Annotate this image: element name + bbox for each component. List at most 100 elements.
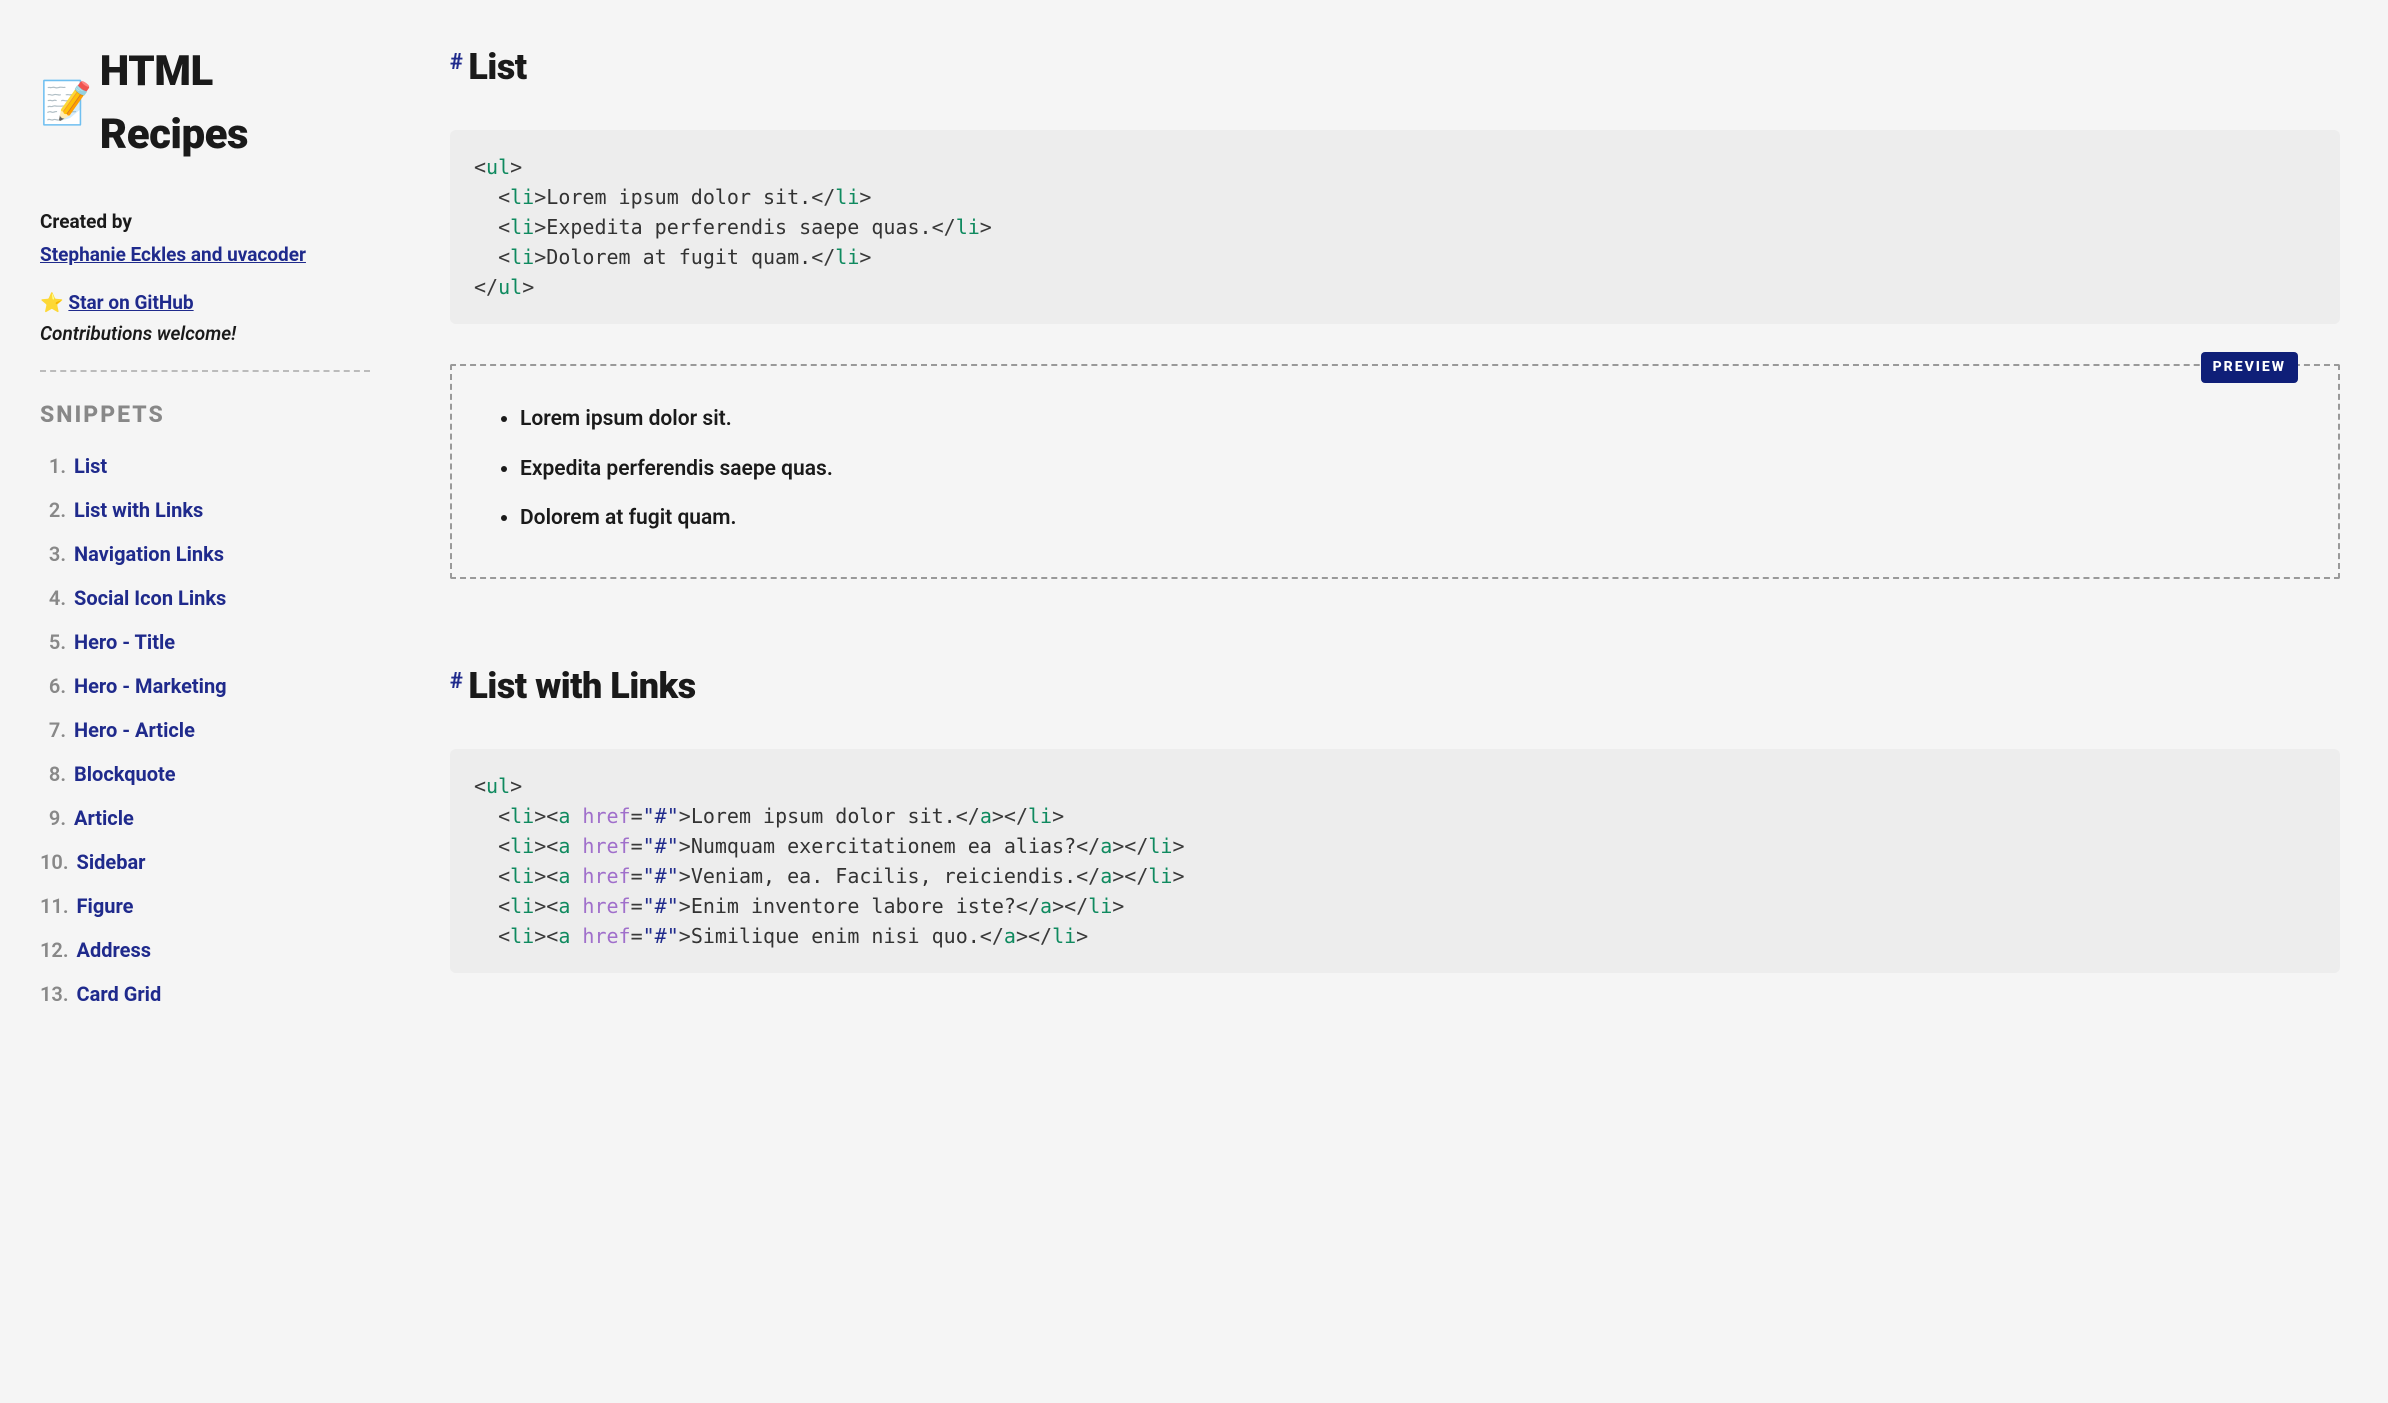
preview-box-list: PREVIEW Lorem ipsum dolor sit. Expedita … — [450, 364, 2340, 579]
code-token: > — [859, 185, 871, 209]
code-token: "#" — [643, 804, 679, 828]
code-token: li — [510, 894, 534, 918]
code-token: li — [835, 185, 859, 209]
code-token: < — [498, 215, 510, 239]
code-token: > — [859, 245, 871, 269]
code-token: li — [510, 804, 534, 828]
sidebar: 📝 HTML Recipes Created by Stephanie Eckl… — [40, 40, 370, 1023]
code-token: a — [558, 924, 570, 948]
toc-link-hero-marketing[interactable]: Hero - Marketing — [74, 671, 227, 701]
code-token: li — [1052, 924, 1076, 948]
code-token: > — [980, 215, 992, 239]
code-token: "#" — [643, 834, 679, 858]
star-github-link[interactable]: Star on GitHub — [68, 291, 193, 314]
code-token: > — [534, 185, 546, 209]
anchor-link-list-with-links[interactable]: # — [450, 665, 462, 698]
code-token: a — [1100, 834, 1112, 858]
code-token: < — [498, 245, 510, 269]
code-token: li — [1148, 834, 1172, 858]
toc-item: Article — [40, 803, 370, 833]
code-token: a — [1040, 894, 1052, 918]
preview-label: PREVIEW — [2201, 352, 2298, 383]
code-token: li — [1148, 864, 1172, 888]
toc-link-navigation-links[interactable]: Navigation Links — [74, 539, 224, 569]
code-token: li — [510, 924, 534, 948]
toc-item: Hero - Article — [40, 715, 370, 745]
toc-item: List — [40, 451, 370, 481]
code-token: "#" — [643, 864, 679, 888]
code-token: Enim inventore labore iste? — [691, 894, 1016, 918]
section-title-list-with-links: List with Links — [468, 659, 695, 713]
toc-link-address[interactable]: Address — [77, 935, 151, 965]
toc-item: Navigation Links — [40, 539, 370, 569]
code-token: </ — [932, 215, 956, 239]
code-token: > — [510, 155, 522, 179]
toc-list: List List with Links Navigation Links So… — [40, 451, 370, 1009]
toc-link-hero-title[interactable]: Hero - Title — [74, 627, 175, 657]
toc-item: List with Links — [40, 495, 370, 525]
code-token: a — [558, 894, 570, 918]
code-token: li — [510, 185, 534, 209]
toc-item: Hero - Title — [40, 627, 370, 657]
code-token: ul — [486, 774, 510, 798]
code-token: href — [582, 864, 630, 888]
toc-link-figure[interactable]: Figure — [77, 891, 134, 921]
code-token: ul — [498, 275, 522, 299]
code-token: a — [558, 804, 570, 828]
code-token: </ — [811, 185, 835, 209]
toc-link-card-grid[interactable]: Card Grid — [77, 979, 162, 1009]
memo-icon: 📝 — [40, 72, 92, 135]
toc-item: Figure — [40, 891, 370, 921]
section-title-list: List — [468, 40, 526, 94]
code-token: Lorem ipsum dolor sit. — [546, 185, 811, 209]
code-token: > — [534, 245, 546, 269]
author-link[interactable]: Stephanie Eckles and uvacoder — [40, 243, 306, 266]
code-token: li — [1088, 894, 1112, 918]
code-token: > — [534, 215, 546, 239]
toc-link-hero-article[interactable]: Hero - Article — [74, 715, 195, 745]
toc-link-sidebar[interactable]: Sidebar — [77, 847, 146, 877]
code-token: "#" — [643, 924, 679, 948]
code-token: Lorem ipsum dolor sit. — [691, 804, 956, 828]
code-token: </ — [474, 275, 498, 299]
toc-link-list[interactable]: List — [74, 451, 107, 481]
toc-item: Blockquote — [40, 759, 370, 789]
code-token: href — [582, 894, 630, 918]
code-token: li — [510, 215, 534, 239]
code-token: li — [510, 864, 534, 888]
code-token: </ — [811, 245, 835, 269]
toc-link-list-with-links[interactable]: List with Links — [74, 495, 203, 525]
preview-li: Dolorem at fugit quam. — [520, 503, 2298, 535]
code-block-list-with-links[interactable]: <ul> <li><a href="#">Lorem ipsum dolor s… — [450, 749, 2340, 973]
section-heading-list: # List — [450, 40, 2340, 94]
code-token: ul — [486, 155, 510, 179]
main-content: # List <ul> <li>Lorem ipsum dolor sit.</… — [450, 40, 2340, 1023]
code-token: a — [1100, 864, 1112, 888]
anchor-link-list[interactable]: # — [450, 46, 462, 79]
star-icon: ⭐ — [40, 291, 64, 314]
contributions-note: Contributions welcome! — [40, 320, 370, 349]
meta-block: Created by Stephanie Eckles and uvacoder… — [40, 208, 370, 348]
code-token: a — [558, 864, 570, 888]
toc-link-social-icon-links[interactable]: Social Icon Links — [74, 583, 226, 613]
divider — [40, 370, 370, 372]
toc-item: Sidebar — [40, 847, 370, 877]
toc-item: Card Grid — [40, 979, 370, 1009]
code-token: Dolorem at fugit quam. — [546, 245, 811, 269]
code-token: Expedita perferendis saepe quas. — [546, 215, 931, 239]
code-token: li — [510, 245, 534, 269]
toc-item: Address — [40, 935, 370, 965]
code-token: > — [522, 275, 534, 299]
toc-item: Hero - Marketing — [40, 671, 370, 701]
code-token: a — [1004, 924, 1016, 948]
toc-link-article[interactable]: Article — [74, 803, 134, 833]
code-token: < — [474, 155, 486, 179]
code-block-list[interactable]: <ul> <li>Lorem ipsum dolor sit.</li> <li… — [450, 130, 2340, 324]
created-by-label: Created by — [40, 208, 370, 237]
code-token: href — [582, 804, 630, 828]
code-token: a — [980, 804, 992, 828]
toc-link-blockquote[interactable]: Blockquote — [74, 759, 176, 789]
code-token: li — [956, 215, 980, 239]
code-token: li — [835, 245, 859, 269]
code-token: href — [582, 834, 630, 858]
